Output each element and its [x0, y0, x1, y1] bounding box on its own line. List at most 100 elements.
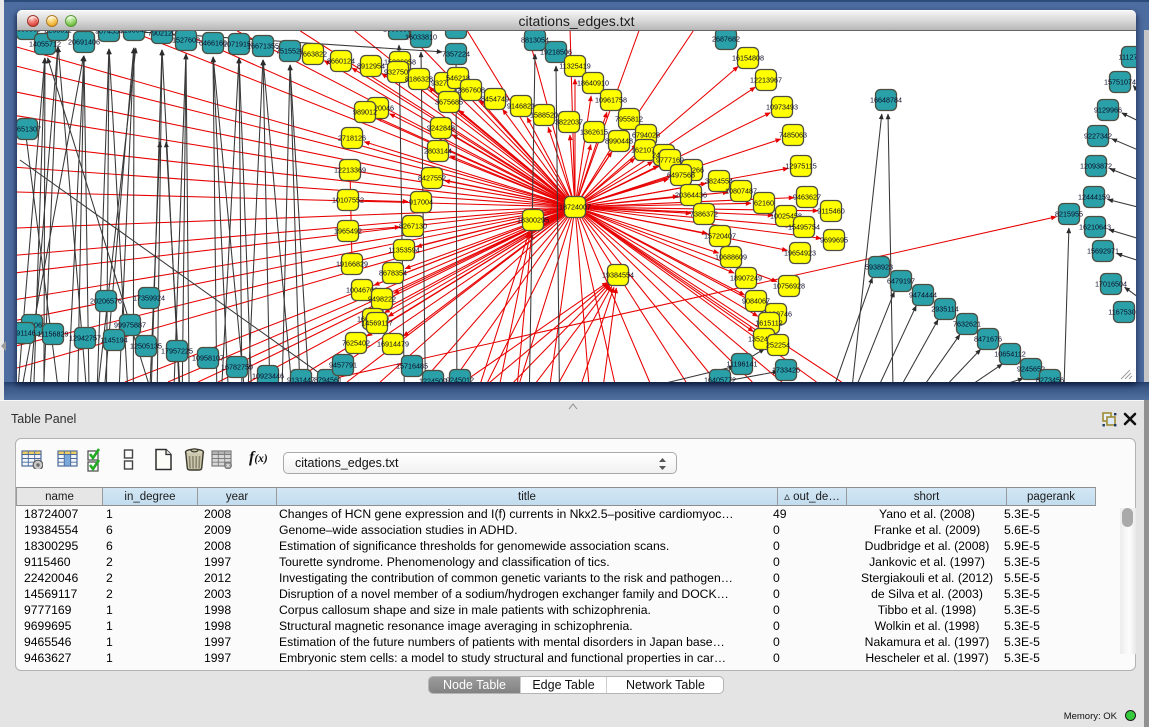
svg-text:20364436: 20364436	[675, 191, 707, 200]
svg-text:12213967: 12213967	[750, 76, 782, 85]
svg-text:9457791: 9457791	[329, 361, 357, 370]
svg-text:11353594: 11353594	[388, 246, 419, 255]
svg-text:9131447: 9131447	[287, 376, 315, 382]
svg-text:19654923: 19654923	[784, 249, 816, 258]
svg-text:9777169: 9777169	[656, 156, 684, 165]
svg-text:9227342: 9227342	[1084, 132, 1112, 141]
svg-text:10958107: 10958107	[192, 354, 224, 363]
svg-text:9146821: 9146821	[507, 102, 535, 111]
svg-text:16914479: 16914479	[377, 340, 409, 349]
svg-text:7386372: 7386372	[690, 210, 718, 219]
svg-text:11156829: 11156829	[38, 330, 69, 339]
svg-text:19218506: 19218506	[540, 48, 572, 57]
svg-text:15692971: 15692971	[1087, 247, 1119, 256]
svg-text:19384554: 19384554	[602, 271, 634, 280]
svg-text:1651307: 1651307	[17, 125, 41, 134]
svg-text:62160: 62160	[754, 199, 774, 208]
svg-text:10756928: 10756928	[773, 282, 805, 291]
svg-text:9129966: 9129966	[1094, 106, 1122, 115]
svg-text:2255011: 2255011	[44, 31, 71, 35]
svg-text:2935114: 2935114	[931, 305, 958, 314]
svg-text:1112783: 1112783	[1119, 53, 1136, 62]
svg-text:252254: 252254	[766, 341, 790, 350]
svg-text:10107552: 10107552	[332, 196, 364, 205]
svg-text:8678354: 8678354	[379, 269, 407, 278]
svg-text:19166829: 19166829	[336, 260, 368, 269]
svg-text:1190041: 1190041	[120, 31, 147, 35]
svg-text:16210643: 16210643	[1079, 223, 1111, 232]
svg-text:7625402: 7625402	[342, 339, 370, 348]
svg-text:7357224: 7357224	[442, 50, 470, 59]
svg-text:17359924: 17359924	[133, 294, 165, 303]
svg-text:12093872: 12093872	[1080, 162, 1112, 171]
svg-text:8471676: 8471676	[974, 335, 1002, 344]
svg-text:8427552: 8427552	[418, 174, 446, 183]
svg-text:6479197: 6479197	[887, 277, 915, 286]
svg-text:12505135: 12505135	[130, 342, 162, 351]
svg-text:9463627: 9463627	[793, 193, 821, 202]
svg-text:8912954: 8912954	[357, 62, 385, 71]
svg-text:3675685: 3675685	[435, 98, 463, 107]
svg-text:8273456: 8273456	[1036, 376, 1064, 382]
svg-text:1145194: 1145194	[100, 336, 127, 345]
svg-text:9115460: 9115460	[817, 207, 844, 216]
svg-text:16782759: 16782759	[221, 363, 253, 372]
svg-text:15716485: 15716485	[396, 362, 428, 371]
svg-text:391146: 391146	[17, 329, 36, 338]
svg-text:12444159: 12444159	[1078, 193, 1110, 202]
svg-text:14569117: 14569117	[361, 319, 392, 328]
svg-text:1965492: 1965492	[334, 227, 362, 236]
svg-text:2687682: 2687682	[712, 35, 740, 44]
svg-text:18300295: 18300295	[517, 216, 549, 225]
svg-text:16648784: 16648784	[870, 96, 902, 105]
svg-text:8267130: 8267130	[399, 222, 427, 231]
svg-text:7663822: 7663822	[299, 50, 327, 59]
svg-text:12942757: 12942757	[69, 334, 101, 343]
svg-text:10961758: 10961758	[595, 96, 627, 105]
svg-text:9699695: 9699695	[820, 236, 848, 245]
svg-text:8454749: 8454749	[481, 95, 509, 104]
svg-text:7485063: 7485063	[779, 131, 807, 140]
svg-text:8794561: 8794561	[314, 376, 342, 382]
svg-text:18724007: 18724007	[559, 203, 591, 212]
svg-text:1362615: 1362615	[580, 128, 608, 137]
svg-text:12213369: 12213369	[334, 166, 366, 175]
svg-text:10688609: 10688609	[715, 253, 747, 262]
svg-text:18640910: 18640910	[577, 79, 609, 88]
svg-text:9242848: 9242848	[427, 124, 455, 133]
svg-text:8215955: 8215955	[1055, 210, 1083, 219]
svg-text:15751074: 15751074	[1104, 78, 1136, 87]
svg-text:1615112: 1615112	[755, 319, 782, 328]
svg-text:8660124: 8660124	[327, 57, 355, 66]
svg-text:11675301: 11675301	[1108, 308, 1136, 317]
svg-text:99975887: 99975887	[114, 321, 146, 330]
svg-text:16671355: 16671355	[247, 42, 279, 51]
svg-text:7955812: 7955812	[615, 115, 643, 124]
svg-text:1224509: 1224509	[419, 377, 447, 382]
svg-text:11325419: 11325419	[559, 62, 590, 71]
svg-text:9245012: 9245012	[446, 376, 474, 382]
svg-text:3822037: 3822037	[555, 118, 583, 127]
svg-text:10973493: 10973493	[766, 103, 798, 112]
svg-text:2867608: 2867608	[457, 86, 485, 95]
svg-text:8813054: 8813054	[521, 36, 549, 45]
svg-text:2718126: 2718126	[338, 134, 366, 143]
svg-text:8912007: 8912007	[442, 31, 470, 33]
svg-text:6794028: 6794028	[632, 131, 660, 140]
svg-text:8186328: 8186328	[405, 75, 433, 84]
svg-text:12975115: 12975115	[785, 162, 816, 171]
svg-text:1527602: 1527602	[172, 36, 200, 45]
svg-text:917004: 917004	[409, 198, 433, 207]
svg-text:10923446: 10923446	[252, 372, 284, 381]
svg-text:16033810: 16033810	[405, 33, 437, 42]
svg-text:20206576: 20206576	[90, 297, 122, 306]
svg-text:16405772: 16405772	[704, 376, 736, 382]
svg-text:9498222: 9498222	[368, 295, 396, 304]
svg-text:15720407: 15720407	[704, 232, 736, 241]
svg-text:1733426: 1733426	[772, 366, 800, 375]
svg-text:9474444: 9474444	[909, 291, 937, 300]
svg-text:7632621: 7632621	[953, 320, 981, 329]
svg-text:5938923: 5938923	[865, 263, 893, 272]
svg-text:1605063: 1605063	[17, 31, 41, 34]
svg-text:2803144: 2803144	[424, 147, 452, 156]
